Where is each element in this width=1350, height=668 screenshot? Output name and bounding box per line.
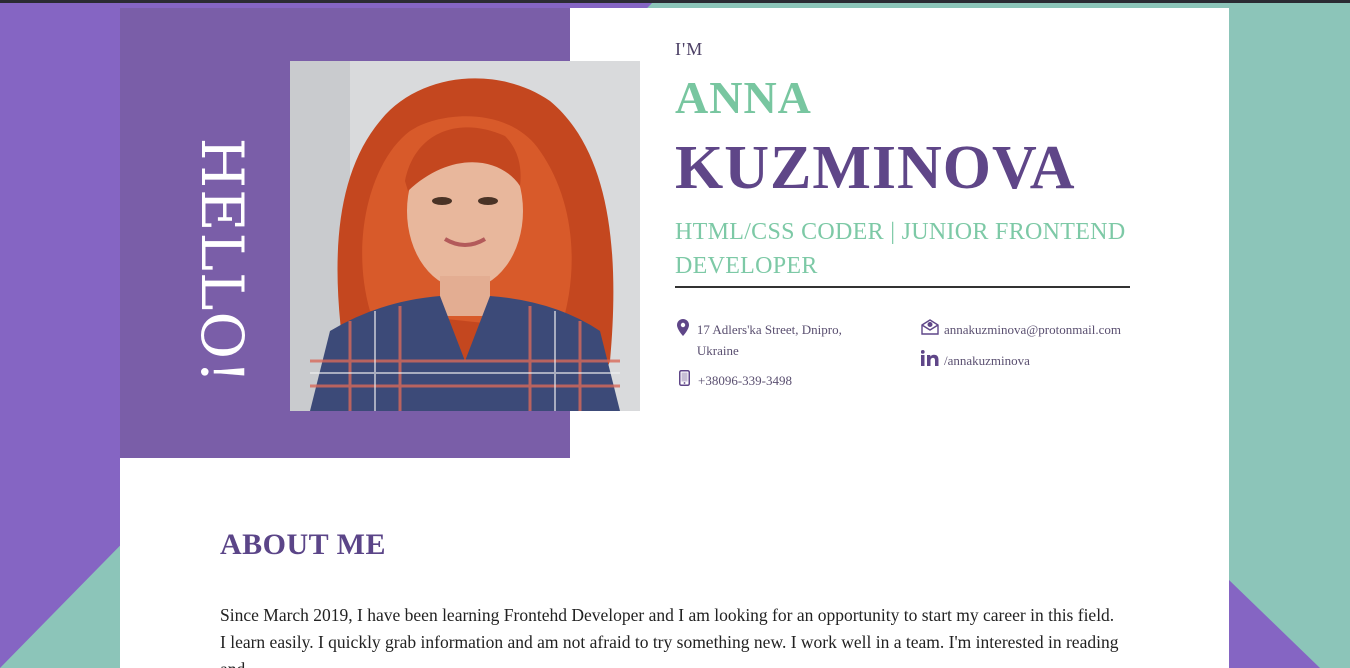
contact-list: 17 Adlers'ka Street, Dnipro, Ukraine +38…	[675, 318, 1130, 398]
envelope-icon	[921, 319, 939, 335]
linkedin-icon[interactable]	[921, 350, 939, 366]
profile-photo	[290, 61, 640, 411]
intro-label: I'M	[675, 39, 704, 59]
contact-address: 17 Adlers'ka Street, Dnipro, Ukraine	[675, 319, 875, 361]
about-section: ABOUT ME Since March 2019, I have been l…	[220, 528, 1120, 668]
contact-linkedin: /annakuzminova	[921, 350, 1030, 371]
resume-sheet: HELLO! I'M ANNA KUZMINOVA HTML/CSS CODER…	[120, 8, 1229, 668]
address-text: 17 Adlers'ka Street, Dnipro, Ukraine	[696, 322, 842, 358]
last-name: KUZMINOVA	[675, 134, 1076, 202]
contact-phone: +38096-339-3498	[675, 370, 792, 391]
email-link[interactable]: annakuzminova@protonmail.com	[944, 319, 1121, 340]
phone-icon	[675, 370, 693, 386]
hello-heading: HELLO!	[188, 137, 256, 385]
job-title: HTML/CSS CODER | JUNIOR FRONTEND DEVELOP…	[675, 215, 1130, 288]
intro-block: I'M ANNA KUZMINOVA HTML/CSS CODER | JUNI…	[675, 39, 1130, 288]
contact-email: annakuzminova@protonmail.com	[921, 319, 1121, 340]
phone-text[interactable]: +38096-339-3498	[698, 370, 792, 391]
about-heading: ABOUT ME	[220, 528, 386, 561]
linkedin-link[interactable]: /annakuzminova	[944, 350, 1030, 371]
window-top-strip	[0, 0, 1350, 3]
about-paragraph: Since March 2019, I have been learning F…	[220, 605, 1119, 668]
map-pin-icon	[675, 319, 692, 336]
first-name: ANNA	[675, 72, 812, 123]
